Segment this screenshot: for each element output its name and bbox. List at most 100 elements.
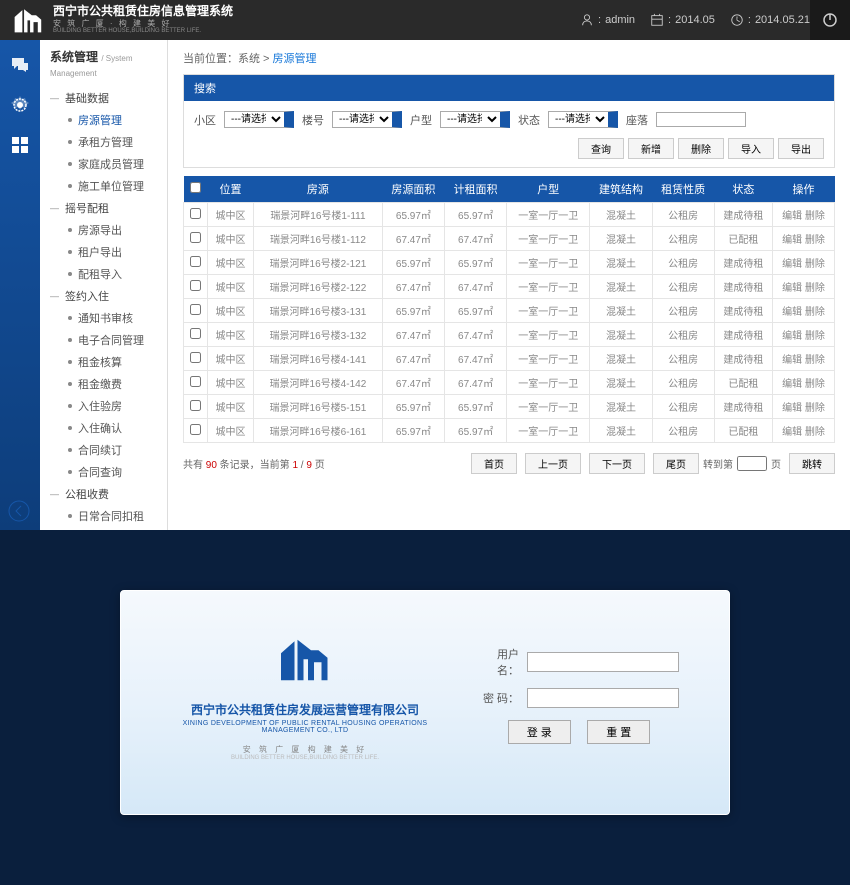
table-cell: 瑞景河畔16号楼4-142 <box>253 371 382 395</box>
table-cell: 65.97㎡ <box>382 419 444 443</box>
row-checkbox[interactable] <box>190 304 201 315</box>
table-cell: 67.47㎡ <box>382 347 444 371</box>
user-icon <box>580 13 594 27</box>
table-cell: 瑞景河畔16号楼3-132 <box>253 323 382 347</box>
table-cell: 建成待租 <box>714 347 772 371</box>
sidebar-group[interactable]: 摇号配租 <box>40 197 167 219</box>
row-checkbox[interactable] <box>190 232 201 243</box>
table-cell: 67.47㎡ <box>445 323 507 347</box>
user-info[interactable]: :admin <box>580 13 635 27</box>
table-cell: 建成待租 <box>714 203 772 227</box>
search-input[interactable] <box>656 112 746 127</box>
nav-chat-icon[interactable] <box>10 55 30 75</box>
table-cell: 瑞景河畔16号楼3-131 <box>253 299 382 323</box>
table-cell: 编辑 删除 <box>773 251 835 275</box>
sidebar-item[interactable]: 入住验房 <box>40 395 167 417</box>
goto-button[interactable]: 跳转 <box>789 453 835 474</box>
login-slogan: 安 筑 广 厦 构 建 美 好 <box>161 744 449 755</box>
row-checkbox[interactable] <box>190 328 201 339</box>
username-label: 用户名： <box>479 646 519 678</box>
row-checkbox[interactable] <box>190 400 201 411</box>
action-button[interactable]: 导入 <box>728 138 774 159</box>
sidebar-item[interactable]: 日常合同扣租 <box>40 505 167 527</box>
sidebar-item[interactable]: 租金缴费 <box>40 373 167 395</box>
row-checkbox[interactable] <box>190 280 201 291</box>
table-row: 城中区瑞景河畔16号楼4-14267.47㎡67.47㎡一室一厅一卫混凝土公租房… <box>184 371 835 395</box>
search-label: 座落 <box>626 112 648 128</box>
action-button[interactable]: 删除 <box>678 138 724 159</box>
sidebar-item[interactable]: 租户导出 <box>40 241 167 263</box>
table-cell: 67.47㎡ <box>445 371 507 395</box>
action-button[interactable]: 新增 <box>628 138 674 159</box>
table-cell: 65.97㎡ <box>382 203 444 227</box>
sidebar-item[interactable]: 家庭成员管理 <box>40 153 167 175</box>
reset-button[interactable]: 重 置 <box>587 720 650 744</box>
login-button[interactable]: 登 录 <box>508 720 571 744</box>
sidebar-item[interactable]: 电子合同管理 <box>40 329 167 351</box>
table-cell: 公租房 <box>652 227 714 251</box>
power-button[interactable] <box>810 0 850 40</box>
table-header: 操作 <box>773 176 835 203</box>
table-cell: 瑞景河畔16号楼2-121 <box>253 251 382 275</box>
row-checkbox[interactable] <box>190 256 201 267</box>
table-cell: 65.97㎡ <box>445 299 507 323</box>
table-cell: 混凝土 <box>590 395 652 419</box>
sidebar-item[interactable]: 通知书审核 <box>40 307 167 329</box>
search-select[interactable]: ---请选择--- <box>548 111 618 128</box>
pager-button[interactable]: 首页 <box>471 453 517 474</box>
sidebar-item[interactable]: 合同续订 <box>40 439 167 461</box>
table-cell: 一室一厅一卫 <box>507 299 590 323</box>
table-cell: 67.47㎡ <box>445 347 507 371</box>
sidebar-item[interactable]: 房源管理 <box>40 109 167 131</box>
table-cell: 65.97㎡ <box>382 251 444 275</box>
goto-page-input[interactable] <box>737 456 767 471</box>
table-cell: 公租房 <box>652 347 714 371</box>
sidebar-group[interactable]: 签约入住 <box>40 285 167 307</box>
nav-settings-icon[interactable] <box>10 95 30 115</box>
table-cell: 67.47㎡ <box>445 227 507 251</box>
sidebar-item[interactable]: 承租方管理 <box>40 131 167 153</box>
table-cell: 一室一厅一卫 <box>507 251 590 275</box>
table-cell: 建成待租 <box>714 299 772 323</box>
row-checkbox[interactable] <box>190 424 201 435</box>
row-checkbox[interactable] <box>190 376 201 387</box>
pager-button[interactable]: 上一页 <box>525 453 581 474</box>
sidebar-item[interactable]: 租金核算 <box>40 351 167 373</box>
table-cell: 67.47㎡ <box>382 227 444 251</box>
sidebar-item[interactable]: 合同查询 <box>40 461 167 483</box>
username-input[interactable] <box>527 652 679 672</box>
table-cell: 65.97㎡ <box>382 299 444 323</box>
sidebar-item[interactable]: 房源导出 <box>40 219 167 241</box>
nav-grid-icon[interactable] <box>10 135 30 155</box>
search-select[interactable]: ---请选择--- <box>224 111 294 128</box>
row-checkbox[interactable] <box>190 352 201 363</box>
table-header: 建筑结构 <box>590 176 652 203</box>
action-button[interactable]: 查询 <box>578 138 624 159</box>
table-cell: 65.97㎡ <box>445 203 507 227</box>
sidebar-group[interactable]: 公租收费 <box>40 483 167 505</box>
login-logo-icon <box>275 631 335 686</box>
sidebar-item[interactable]: 配租导入 <box>40 263 167 285</box>
search-select[interactable]: ---请选择--- <box>440 111 510 128</box>
table-cell: 已配租 <box>714 227 772 251</box>
sidebar-item[interactable]: 施工单位管理 <box>40 175 167 197</box>
sidebar-group[interactable]: 基础数据 <box>40 87 167 109</box>
table-cell: 一室一厅一卫 <box>507 227 590 251</box>
table-row: 城中区瑞景河畔16号楼4-14167.47㎡67.47㎡一室一厅一卫混凝土公租房… <box>184 347 835 371</box>
table-cell: 瑞景河畔16号楼2-122 <box>253 275 382 299</box>
table-cell: 公租房 <box>652 275 714 299</box>
table-cell: 公租房 <box>652 323 714 347</box>
search-panel: 搜索 小区---请选择---楼号---请选择---户型---请选择---状态--… <box>183 74 835 168</box>
collapse-sidebar-icon[interactable] <box>8 500 30 522</box>
pager-button[interactable]: 下一页 <box>589 453 645 474</box>
sidebar-item[interactable]: 日常合同续费 <box>40 527 167 530</box>
action-button[interactable]: 导出 <box>778 138 824 159</box>
select-all-checkbox[interactable] <box>190 182 201 193</box>
table-cell: 编辑 删除 <box>773 227 835 251</box>
pager-button[interactable]: 尾页 <box>653 453 699 474</box>
table-cell: 公租房 <box>652 251 714 275</box>
password-input[interactable] <box>527 688 679 708</box>
sidebar-item[interactable]: 入住确认 <box>40 417 167 439</box>
search-select[interactable]: ---请选择--- <box>332 111 402 128</box>
row-checkbox[interactable] <box>190 208 201 219</box>
